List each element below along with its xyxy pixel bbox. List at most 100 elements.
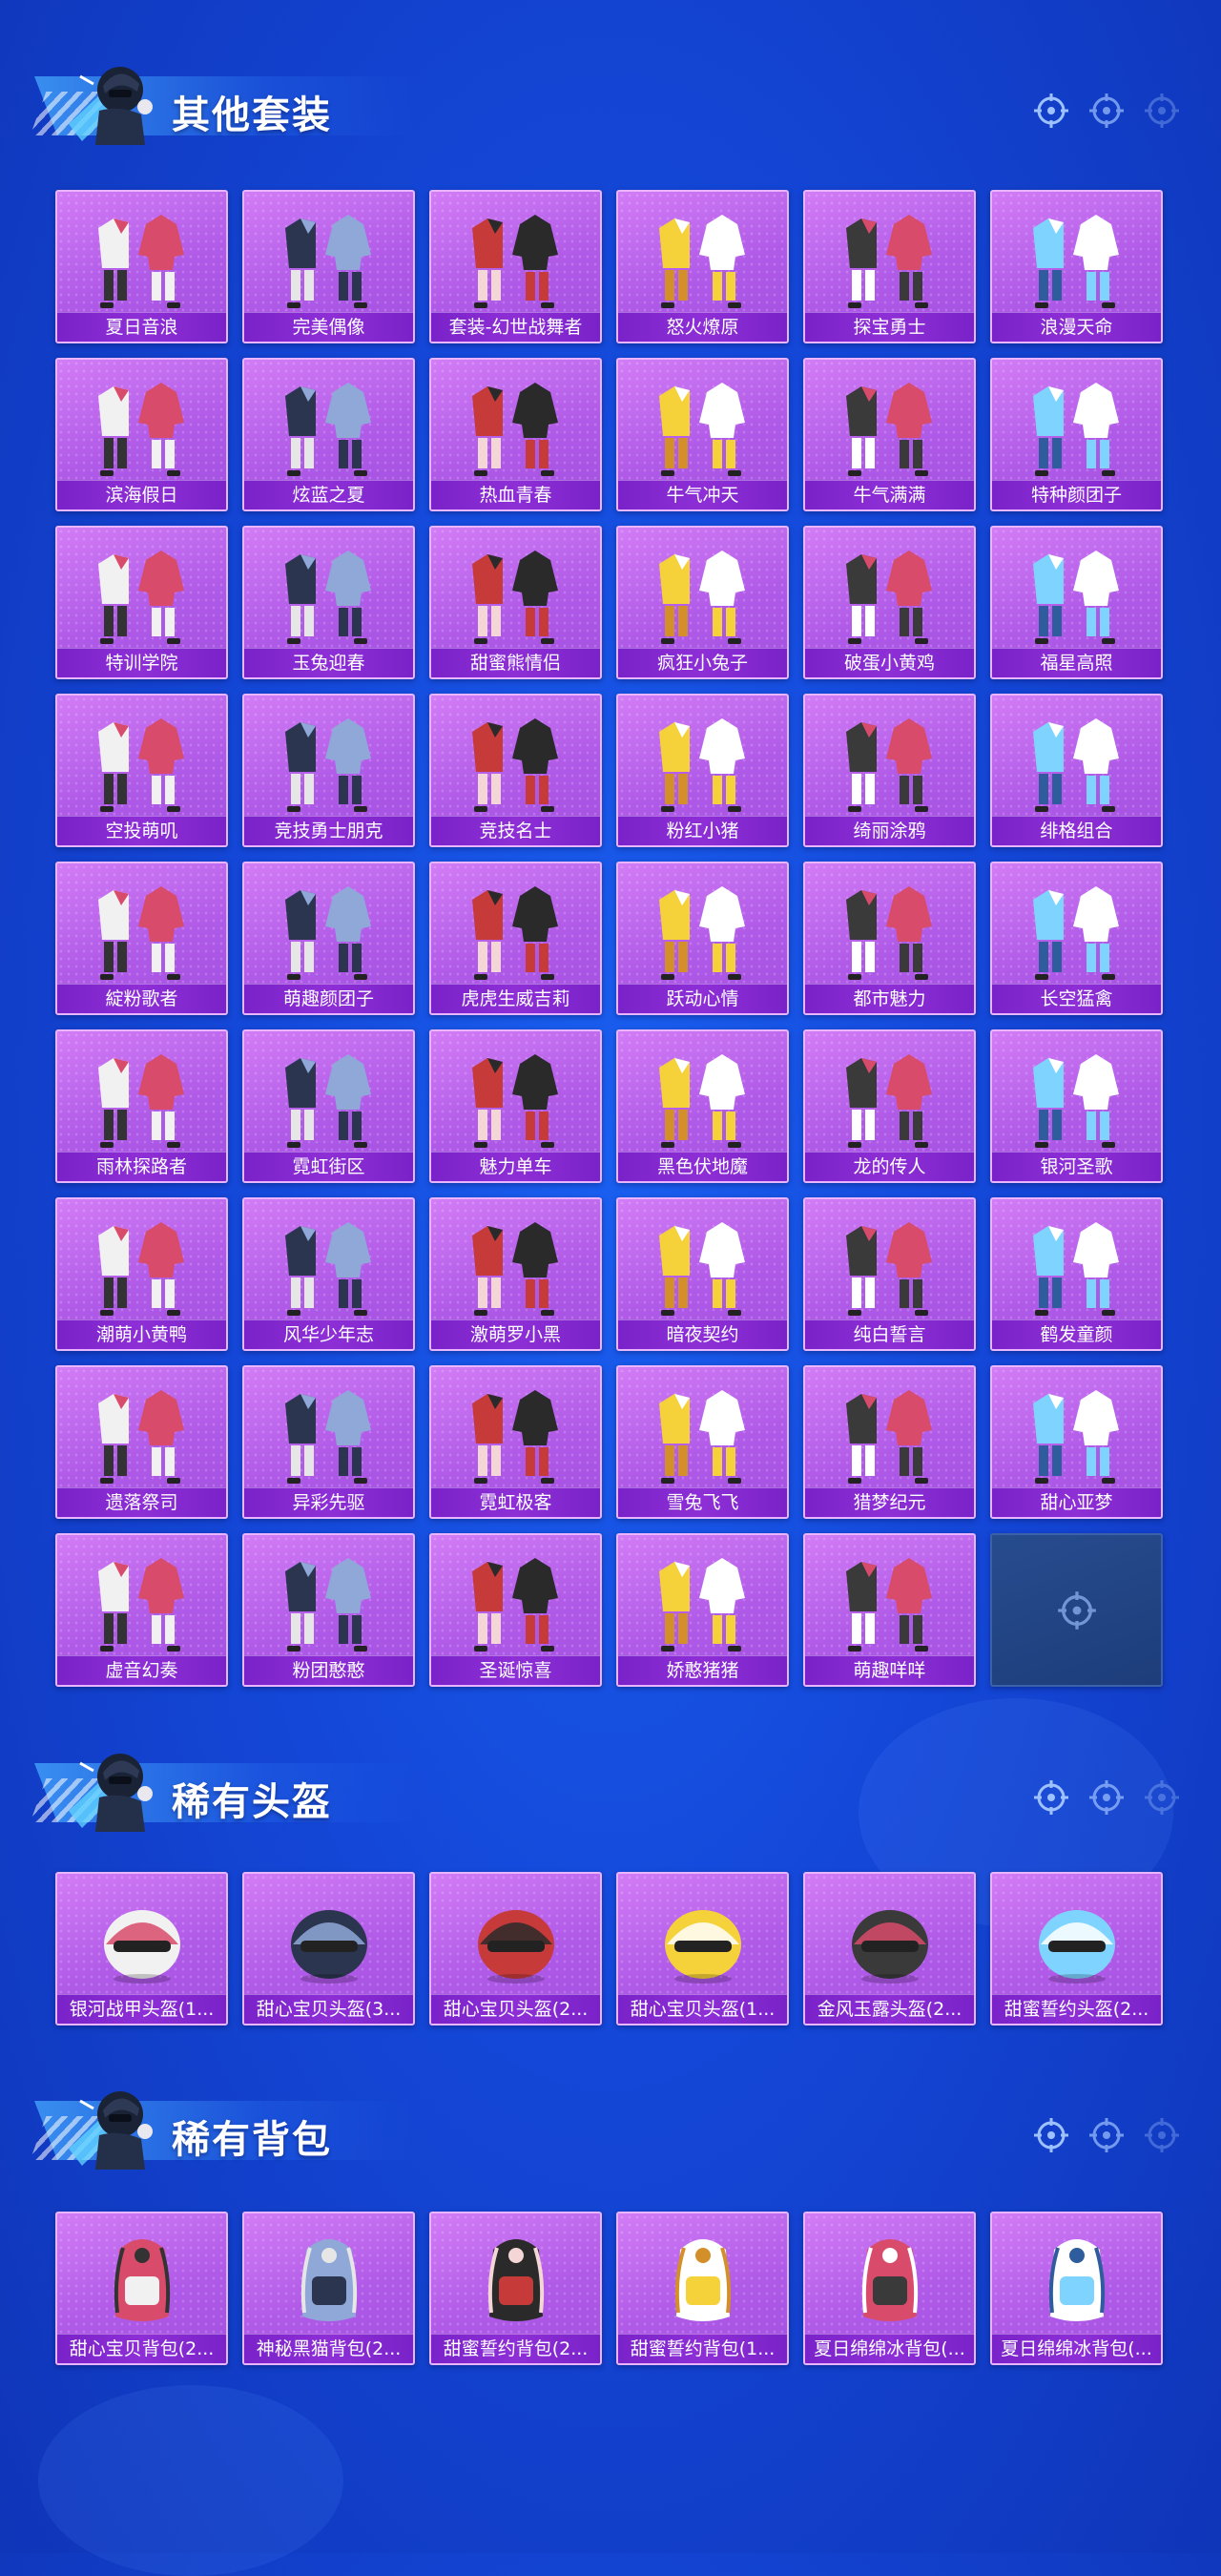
outfit-card[interactable]: 竞技名士 [429, 694, 602, 847]
outfit-card[interactable]: 纯白誓言 [803, 1197, 976, 1351]
outfit-card[interactable]: 暗夜契约 [616, 1197, 789, 1351]
outfit-image [845, 215, 932, 308]
outfit-card[interactable]: 异彩先驱 [242, 1365, 415, 1519]
outfit-card[interactable]: 雨林探路者 [55, 1029, 228, 1183]
outfit-card[interactable]: 甜心亚梦 [990, 1365, 1163, 1519]
helmet-card[interactable]: 甜心宝贝头盔(2... [429, 1872, 602, 2025]
outfit-card[interactable]: 特种颜团子 [990, 358, 1163, 511]
item-name-label: 滨海假日 [57, 480, 226, 509]
outfit-card[interactable]: 怒火燎原 [616, 190, 789, 343]
outfit-card[interactable]: 粉团憨憨 [242, 1533, 415, 1687]
item-name-label: 纯白誓言 [805, 1319, 974, 1349]
outfit-image [97, 718, 184, 812]
backpack-image [1048, 2239, 1105, 2321]
outfit-card[interactable]: 遗落祭司 [55, 1365, 228, 1519]
outfit-card[interactable]: 疯狂小兔子 [616, 526, 789, 679]
helmet-card[interactable]: 甜心宝贝头盔(3... [242, 1872, 415, 2025]
outfit-image [284, 886, 371, 980]
outfit-card[interactable]: 虎虎生威吉莉 [429, 862, 602, 1015]
outfit-card[interactable]: 綻粉歌者 [55, 862, 228, 1015]
outfit-card[interactable]: 滨海假日 [55, 358, 228, 511]
crosshair-group [1032, 2116, 1181, 2154]
item-name-label: 萌趣咩咩 [805, 1655, 974, 1685]
helmet-card[interactable]: 甜蜜誓约头盔(2... [990, 1872, 1163, 2025]
outfit-card[interactable]: 长空猛禽 [990, 862, 1163, 1015]
outfit-card[interactable]: 萌趣颜团子 [242, 862, 415, 1015]
item-name-label: 鹤发童颜 [992, 1319, 1161, 1349]
backpack-card[interactable]: 甜蜜誓约背包(1... [616, 2212, 789, 2365]
outfit-card[interactable]: 牛气满满 [803, 358, 976, 511]
item-name-label: 夏日音浪 [57, 312, 226, 342]
outfit-card[interactable]: 竞技勇士朋克 [242, 694, 415, 847]
outfit-image [471, 383, 558, 476]
outfit-card[interactable]: 空投萌叽 [55, 694, 228, 847]
outfit-card[interactable]: 霓虹极客 [429, 1365, 602, 1519]
outfit-card[interactable]: 萌趣咩咩 [803, 1533, 976, 1687]
backpack-card[interactable]: 神秘黑猫背包(2... [242, 2212, 415, 2365]
backpack-image [300, 2239, 357, 2321]
outfit-card[interactable]: 探宝勇士 [803, 190, 976, 343]
helmet-card[interactable]: 甜心宝贝头盔(1... [616, 1872, 789, 2025]
outfit-card[interactable]: 虚音幻奏 [55, 1533, 228, 1687]
outfit-card[interactable]: 魅力单车 [429, 1029, 602, 1183]
outfit-card[interactable]: 绯格组合 [990, 694, 1163, 847]
outfit-card[interactable]: 激萌罗小黑 [429, 1197, 602, 1351]
outfit-image [658, 718, 745, 812]
backpack-card[interactable]: 甜心宝贝背包(2... [55, 2212, 228, 2365]
crosshair-icon [1089, 2118, 1124, 2152]
outfit-card[interactable]: 鹤发童颜 [990, 1197, 1163, 1351]
outfit-card[interactable]: 炫蓝之夏 [242, 358, 415, 511]
outfit-card[interactable]: 完美偶像 [242, 190, 415, 343]
backpack-card[interactable]: 夏日绵绵冰背包(... [803, 2212, 976, 2365]
outfit-card[interactable]: 雪兔飞飞 [616, 1365, 789, 1519]
outfit-card[interactable]: 潮萌小黄鸭 [55, 1197, 228, 1351]
item-name-label: 甜蜜熊情侣 [431, 648, 600, 677]
outfit-card[interactable]: 牛气冲天 [616, 358, 789, 511]
outfit-card[interactable]: 特训学院 [55, 526, 228, 679]
outfit-card[interactable]: 圣诞惊喜 [429, 1533, 602, 1687]
item-name-label: 萌趣颜团子 [244, 984, 413, 1013]
backpack-image [487, 2239, 544, 2321]
backpack-card[interactable]: 甜蜜誓约背包(2... [429, 2212, 602, 2365]
outfit-card[interactable]: 跃动心情 [616, 862, 789, 1015]
outfit-card[interactable]: 银河圣歌 [990, 1029, 1163, 1183]
item-name-label: 特训学院 [57, 648, 226, 677]
outfit-card[interactable]: 娇憨猪猪 [616, 1533, 789, 1687]
item-name-label: 甜心宝贝头盔(1... [618, 1994, 787, 2024]
item-name-label: 雨林探路者 [57, 1152, 226, 1181]
outfit-image [97, 886, 184, 980]
outfit-card[interactable]: 都市魅力 [803, 862, 976, 1015]
outfit-card[interactable]: 浪漫天命 [990, 190, 1163, 343]
outfit-image [845, 718, 932, 812]
outfit-card[interactable]: 套装-幻世战舞者 [429, 190, 602, 343]
outfit-card[interactable]: 福星高照 [990, 526, 1163, 679]
item-name-label: 探宝勇士 [805, 312, 974, 342]
outfit-card[interactable]: 霓虹街区 [242, 1029, 415, 1183]
background-globe-decoration [38, 2385, 343, 2576]
outfit-image [658, 886, 745, 980]
outfit-card[interactable]: 热血青春 [429, 358, 602, 511]
crosshair-icon [1034, 2118, 1068, 2152]
item-name-label: 都市魅力 [805, 984, 974, 1013]
outfit-card[interactable]: 绮丽涂鸦 [803, 694, 976, 847]
crosshair-icon [1034, 93, 1068, 128]
outfit-card[interactable]: 龙的传人 [803, 1029, 976, 1183]
outfit-card[interactable]: 风华少年志 [242, 1197, 415, 1351]
backpack-card[interactable]: 夏日绵绵冰背包(... [990, 2212, 1163, 2365]
helmet-image [290, 1910, 367, 1984]
outfit-card[interactable]: 黑色伏地魔 [616, 1029, 789, 1183]
outfit-card[interactable]: 粉红小猪 [616, 694, 789, 847]
item-name-label: 甜蜜誓约头盔(2... [992, 1994, 1161, 2024]
outfit-card[interactable]: 猎梦纪元 [803, 1365, 976, 1519]
outfit-image [471, 718, 558, 812]
outfit-card[interactable]: 夏日音浪 [55, 190, 228, 343]
helmet-card[interactable]: 金风玉露头盔(2... [803, 1872, 976, 2025]
outfit-image [284, 1558, 371, 1652]
outfit-card[interactable]: 玉兔迎春 [242, 526, 415, 679]
item-name-label: 綻粉歌者 [57, 984, 226, 1013]
outfit-card[interactable]: 甜蜜熊情侣 [429, 526, 602, 679]
item-name-label: 甜心亚梦 [992, 1487, 1161, 1517]
outfit-card[interactable]: 破蛋小黄鸡 [803, 526, 976, 679]
helmet-card[interactable]: 银河战甲头盔(1... [55, 1872, 228, 2025]
outfit-image [471, 1222, 558, 1316]
